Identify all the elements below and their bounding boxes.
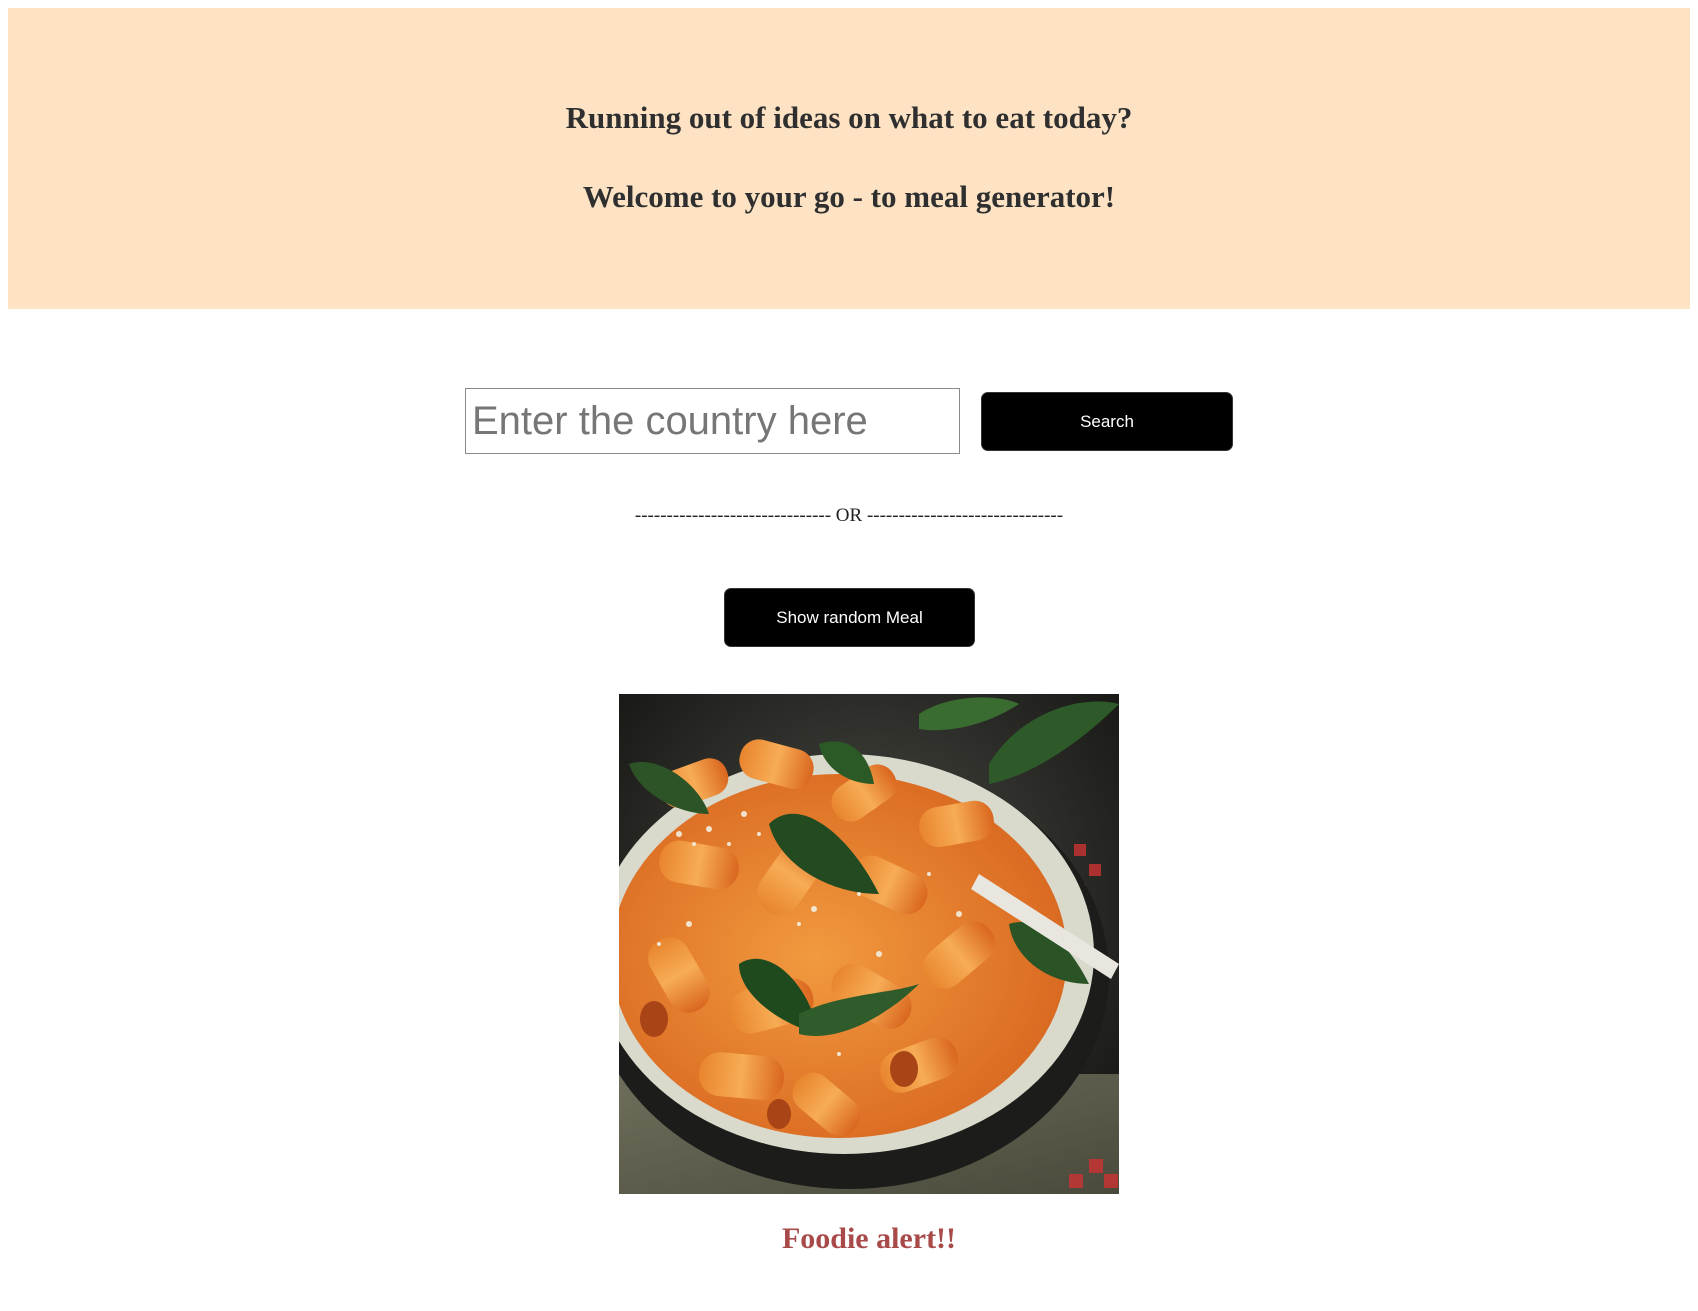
- show-random-meal-button[interactable]: Show random Meal: [724, 588, 975, 647]
- meal-title: Foodie alert!!: [781, 1222, 957, 1255]
- search-button[interactable]: Search: [981, 392, 1233, 451]
- or-divider: ------------------------------- OR -----…: [634, 505, 1064, 526]
- country-search-input[interactable]: [465, 388, 960, 454]
- header-tagline: Running out of ideas on what to eat toda…: [565, 100, 1133, 135]
- header-banner: Running out of ideas on what to eat toda…: [8, 8, 1690, 309]
- meal-image: [619, 694, 1119, 1194]
- header-welcome: Welcome to your go - to meal generator!: [582, 179, 1116, 214]
